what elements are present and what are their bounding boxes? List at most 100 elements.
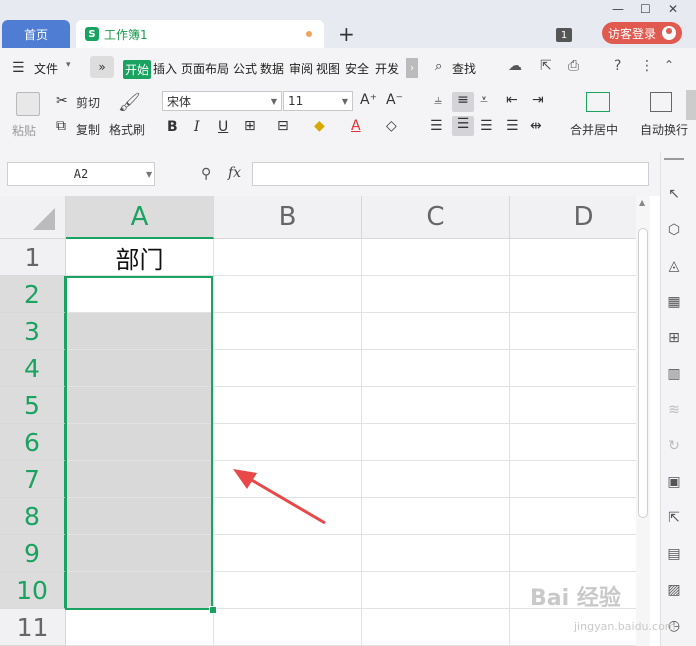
tab-home[interactable]: 首页 [2,20,70,48]
wrap-icon[interactable] [650,92,672,112]
menu-page-layout[interactable]: 页面布局 [181,60,229,77]
brush-icon[interactable]: 🖌 [118,92,141,113]
search-label[interactable]: 查找 [452,60,476,77]
menu-icon[interactable]: ☰ [12,60,25,76]
align-left-icon[interactable]: ☰ [430,118,443,134]
underline-icon[interactable]: U [218,119,228,135]
ribbon-scroll-icon[interactable] [686,90,696,120]
search-icon[interactable]: ⌕ [435,59,442,74]
copy-icon[interactable]: ⧉ [56,118,66,134]
align-center-icon[interactable]: ☰ [452,116,474,136]
cell-a5[interactable] [66,387,214,424]
style-icon[interactable]: ◬ [664,256,684,276]
menu-developer[interactable]: 开发 [375,60,399,77]
font-name-select[interactable]: 宋体 ▼ [162,91,282,111]
formula-input[interactable] [252,162,649,186]
menu-formula[interactable]: 公式 [233,60,257,77]
row-header-2[interactable]: 2 [0,276,66,313]
align-middle-icon[interactable]: ≡ [452,92,474,112]
cell-a7[interactable] [66,461,214,498]
row-header-3[interactable]: 3 [0,313,66,350]
column-header-d[interactable]: D [510,196,636,239]
fill-color-icon[interactable]: ◆ [314,118,325,134]
menu-home[interactable]: 开始 [123,60,152,79]
menu-insert[interactable]: 插入 [153,60,177,77]
align-top-icon[interactable]: ⫨ [428,92,448,108]
fill-handle[interactable] [209,606,217,614]
row-header-6[interactable]: 6 [0,424,66,461]
merge-center-button[interactable]: 合并居中 [570,121,618,138]
shapes-icon[interactable]: ⬡ [664,220,684,240]
image-gallery-icon[interactable]: ▣ [664,472,684,492]
copy-button[interactable]: 复制 [76,121,100,138]
justify-icon[interactable]: ☰ [506,118,519,134]
row-header-8[interactable]: 8 [0,498,66,535]
cell-style-icon[interactable]: ⊟ [277,118,289,134]
menu-data[interactable]: 数据 [260,60,284,77]
menu-file[interactable]: 文件 [34,60,58,77]
guest-login-button[interactable]: 访客登录 [602,22,682,44]
expand-icon[interactable]: » [90,56,114,78]
sidebar-handle-icon[interactable] [664,158,684,160]
minimize-icon[interactable]: — [612,2,624,16]
indent-decrease-icon[interactable]: ⇤ [506,92,518,108]
close-icon[interactable]: ✕ [668,2,678,16]
share-icon[interactable]: ⇱ [540,58,552,74]
cell-a9[interactable] [66,535,214,572]
align-bottom-icon[interactable]: ⩡ [480,92,488,108]
increase-font-icon[interactable]: A⁺ [360,92,377,108]
new-tab-button[interactable]: + [338,22,355,46]
cell-a4[interactable] [66,350,214,387]
collapse-ribbon-icon[interactable]: ⌃ [664,58,674,72]
menu-review[interactable]: 审阅 [289,60,313,77]
format-painter-button[interactable]: 格式刷 [109,121,145,138]
scissors-icon[interactable]: ✂ [56,93,68,109]
pointer-icon[interactable]: ↖ [664,184,684,204]
menu-security[interactable]: 安全 [345,60,369,77]
italic-icon[interactable]: I [194,119,200,135]
distribute-icon[interactable]: ⇹ [530,118,542,134]
align-right-icon[interactable]: ☰ [480,118,493,134]
cell-a3[interactable] [66,313,214,350]
maximize-icon[interactable]: ☐ [640,2,651,16]
fx-icon[interactable]: fx [228,165,241,181]
column-header-a[interactable]: A [66,196,214,239]
indent-increase-icon[interactable]: ⇥ [532,92,544,108]
archive-icon[interactable]: ▤ [664,544,684,564]
scrollbar-thumb[interactable] [638,228,648,518]
cell-a2[interactable] [66,276,214,313]
border-icon[interactable]: ⊞ [244,118,256,134]
paste-button[interactable]: 粘贴 [12,122,36,139]
merge-icon[interactable] [586,92,610,112]
row-header-1[interactable]: 1 [0,239,66,276]
scroll-right-icon[interactable]: › [406,58,418,78]
cell-a1[interactable]: 部门 [66,239,214,276]
row-header-11[interactable]: 11 [0,609,66,646]
row-header-5[interactable]: 5 [0,387,66,424]
share-out-icon[interactable]: ⇱ [664,508,684,528]
menu-view[interactable]: 视图 [316,60,340,77]
eraser-icon[interactable]: ◇ [386,118,397,134]
bold-icon[interactable]: B [167,119,178,135]
row-header-4[interactable]: 4 [0,350,66,387]
decrease-font-icon[interactable]: A⁻ [386,92,403,108]
column-header-c[interactable]: C [362,196,510,239]
picture-icon[interactable]: ▨ [664,580,684,600]
help-icon[interactable]: ? [614,58,621,74]
tab-workbook[interactable]: S 工作簿1 [76,20,324,48]
apps-icon[interactable]: ⊞ [664,328,684,348]
cell-a8[interactable] [66,498,214,535]
column-header-b[interactable]: B [214,196,362,239]
cell-a11[interactable] [66,609,214,646]
chart-icon[interactable]: ▥ [664,364,684,384]
auto-wrap-button[interactable]: 自动换行 [640,121,696,138]
select-all-corner[interactable] [0,196,66,239]
export-icon[interactable]: ⎙ [568,58,579,74]
scroll-up-icon[interactable]: ▲ [639,198,645,207]
table-icon[interactable]: ▦ [664,292,684,312]
font-size-select[interactable]: 11 ▼ [283,91,353,111]
row-header-10[interactable]: 10 [0,572,66,609]
cell-a6[interactable] [66,424,214,461]
cut-button[interactable]: 剪切 [76,94,100,111]
row-header-7[interactable]: 7 [0,461,66,498]
